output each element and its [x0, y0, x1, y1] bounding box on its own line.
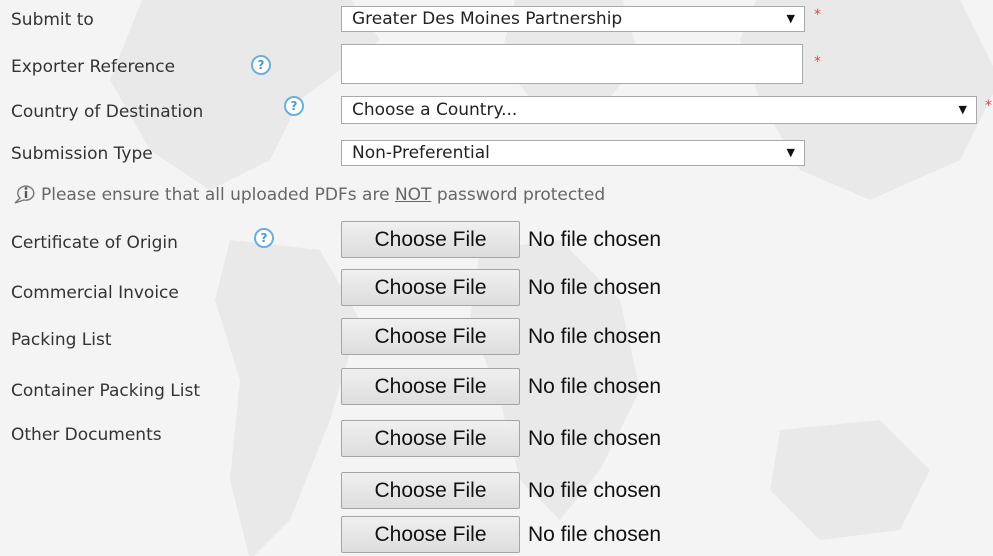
choose-file-button[interactable]: Choose File [341, 318, 520, 355]
submit-to-value: Greater Des Moines Partnership [352, 9, 623, 29]
submit-to-select[interactable]: Greater Des Moines Partnership ▼ [341, 6, 805, 32]
certificate-of-origin-label: Certificate of Origin [11, 233, 178, 253]
choose-file-button[interactable]: Choose File [341, 221, 520, 258]
country-of-destination-value: Choose a Country... [352, 100, 518, 120]
file-status: No file chosen [528, 228, 662, 251]
help-circle-icon[interactable]: ? [284, 96, 304, 116]
help-circle-icon[interactable]: ? [251, 55, 271, 75]
file-status: No file chosen [528, 427, 662, 450]
notice-emphasis: NOT [394, 185, 432, 205]
commercial-invoice-label: Commercial Invoice [11, 283, 179, 303]
choose-file-button[interactable]: Choose File [341, 516, 520, 553]
required-asterisk: * [814, 7, 821, 23]
required-asterisk: * [814, 54, 821, 70]
info-icon [14, 185, 35, 204]
choose-file-button[interactable]: Choose File [341, 420, 520, 457]
submission-type-label: Submission Type [11, 144, 153, 164]
document-submission-form: Submit to Greater Des Moines Partnership… [0, 0, 993, 556]
password-notice: Please ensure that all uploaded PDFs are… [41, 184, 605, 206]
chevron-down-icon: ▼ [786, 146, 795, 159]
file-status: No file chosen [528, 276, 662, 299]
exporter-reference-input[interactable] [341, 44, 803, 84]
other-documents-label: Other Documents [11, 425, 162, 445]
country-of-destination-select[interactable]: Choose a Country... ▼ [341, 96, 977, 124]
chevron-down-icon: ▼ [958, 103, 967, 116]
chevron-down-icon: ▼ [786, 12, 795, 25]
choose-file-button[interactable]: Choose File [341, 269, 520, 306]
help-circle-icon[interactable]: ? [254, 228, 274, 248]
file-status: No file chosen [528, 375, 662, 398]
required-asterisk: * [985, 98, 992, 114]
container-packing-list-label: Container Packing List [11, 381, 200, 401]
exporter-reference-label: Exporter Reference [11, 57, 176, 77]
submission-type-value: Non-Preferential [352, 143, 490, 163]
file-status: No file chosen [528, 523, 662, 546]
file-status: No file chosen [528, 479, 662, 502]
file-status: No file chosen [528, 325, 662, 348]
country-of-destination-label: Country of Destination [11, 102, 204, 122]
packing-list-label: Packing List [11, 330, 112, 350]
choose-file-button[interactable]: Choose File [341, 472, 520, 509]
choose-file-button[interactable]: Choose File [341, 368, 520, 405]
submit-to-label: Submit to [11, 10, 94, 30]
notice-text-start: Please ensure that all uploaded PDFs are [41, 185, 395, 205]
submission-type-select[interactable]: Non-Preferential ▼ [341, 140, 805, 166]
notice-text-end: password protected [431, 185, 606, 205]
